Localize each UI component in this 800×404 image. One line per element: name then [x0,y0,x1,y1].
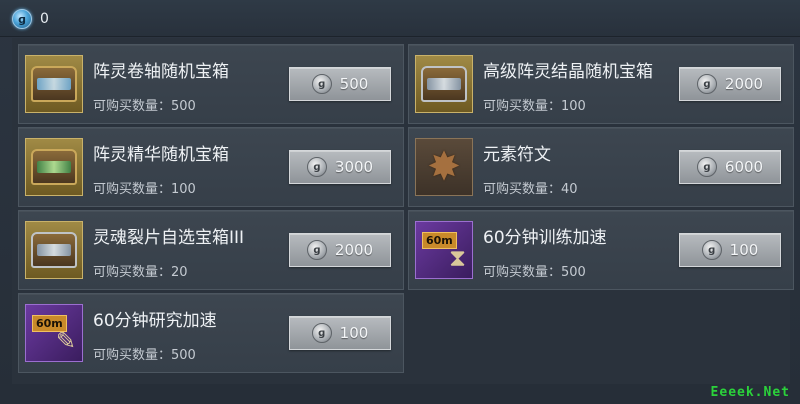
item-quantity: 可购买数量：500 [93,99,196,114]
buy-button[interactable]: ɡ 100 [289,316,391,350]
buy-button[interactable]: ɡ 500 [289,67,391,101]
item-quantity: 可购买数量：20 [93,265,188,280]
item-thumbnail [415,55,473,113]
item-quantity: 可购买数量：40 [483,182,578,197]
item-quantity: 可购买数量：500 [93,348,196,363]
item-name: 阵灵精华随机宝箱 [93,145,229,165]
item-thumbnail: 60m ✎ [25,304,83,362]
coin-icon: ɡ [696,74,717,94]
speedup-icon: 60m ✎ [30,309,78,357]
coin-icon: ɡ [696,157,717,177]
item-name: 元素符文 [483,145,551,165]
buy-button[interactable]: ɡ 6000 [679,150,781,184]
scroll-icon: ✎ [55,327,76,355]
item-quantity: 可购买数量：500 [483,265,586,280]
item-thumbnail [25,138,83,196]
chest-icon [31,66,77,102]
currency-display: ɡ 0 [12,9,49,29]
coin-icon: ɡ [306,240,327,260]
item-thumbnail [25,221,83,279]
shop-item: 60m ⧗ 60分钟训练加速 可购买数量：500 ɡ 100 [408,210,794,290]
item-quantity: 可购买数量：100 [93,182,196,197]
coin-icon: ɡ [701,240,722,260]
item-name: 60分钟训练加速 [483,228,607,248]
item-name: 60分钟研究加速 [93,311,217,331]
price-label: 500 [339,75,369,93]
shop-item: 60m ✎ 60分钟研究加速 可购买数量：500 ɡ 100 [18,293,404,373]
buy-button[interactable]: ɡ 2000 [289,233,391,267]
buy-button[interactable]: ɡ 3000 [289,150,391,184]
rune-star-icon: ✸ [427,144,461,190]
shop-item: 高级阵灵结晶随机宝箱 可购买数量：100 ɡ 2000 [408,44,794,124]
chest-icon [31,149,77,185]
coin-icon: ɡ [311,323,332,343]
crystal-coin-icon: ɡ [12,9,32,29]
chest-icon [31,232,77,268]
item-name: 高级阵灵结晶随机宝箱 [483,62,653,82]
shop-panel: 阵灵卷轴随机宝箱 可购买数量：500 ɡ 500 高级阵灵结晶随机宝箱 可购买数… [12,38,794,384]
shop-item: 阵灵精华随机宝箱 可购买数量：100 ɡ 3000 [18,127,404,207]
coin-icon: ɡ [306,157,327,177]
shop-item: 阵灵卷轴随机宝箱 可购买数量：500 ɡ 500 [18,44,404,124]
shop-item: ✸ 元素符文 可购买数量：40 ɡ 6000 [408,127,794,207]
chest-icon [421,66,467,102]
price-label: 2000 [334,241,374,259]
speedup-icon: 60m ⧗ [420,226,468,274]
item-thumbnail [25,55,83,113]
price-label: 100 [729,241,759,259]
item-name: 灵魂裂片自选宝箱III [93,228,245,248]
price-label: 2000 [724,75,764,93]
currency-value: 0 [40,11,49,27]
price-label: 100 [339,324,369,342]
price-label: 6000 [724,158,764,176]
hourglass-icon: ⧗ [449,244,466,272]
watermark: Eeeek.Net [710,385,790,400]
item-thumbnail: ✸ [415,138,473,196]
item-thumbnail: 60m ⧗ [415,221,473,279]
shop-item: 灵魂裂片自选宝箱III 可购买数量：20 ɡ 2000 [18,210,404,290]
top-bar: ɡ 0 [0,0,800,37]
coin-icon: ɡ [311,74,332,94]
item-name: 阵灵卷轴随机宝箱 [93,62,229,82]
item-quantity: 可购买数量：100 [483,99,586,114]
price-label: 3000 [334,158,374,176]
buy-button[interactable]: ɡ 100 [679,233,781,267]
buy-button[interactable]: ɡ 2000 [679,67,781,101]
